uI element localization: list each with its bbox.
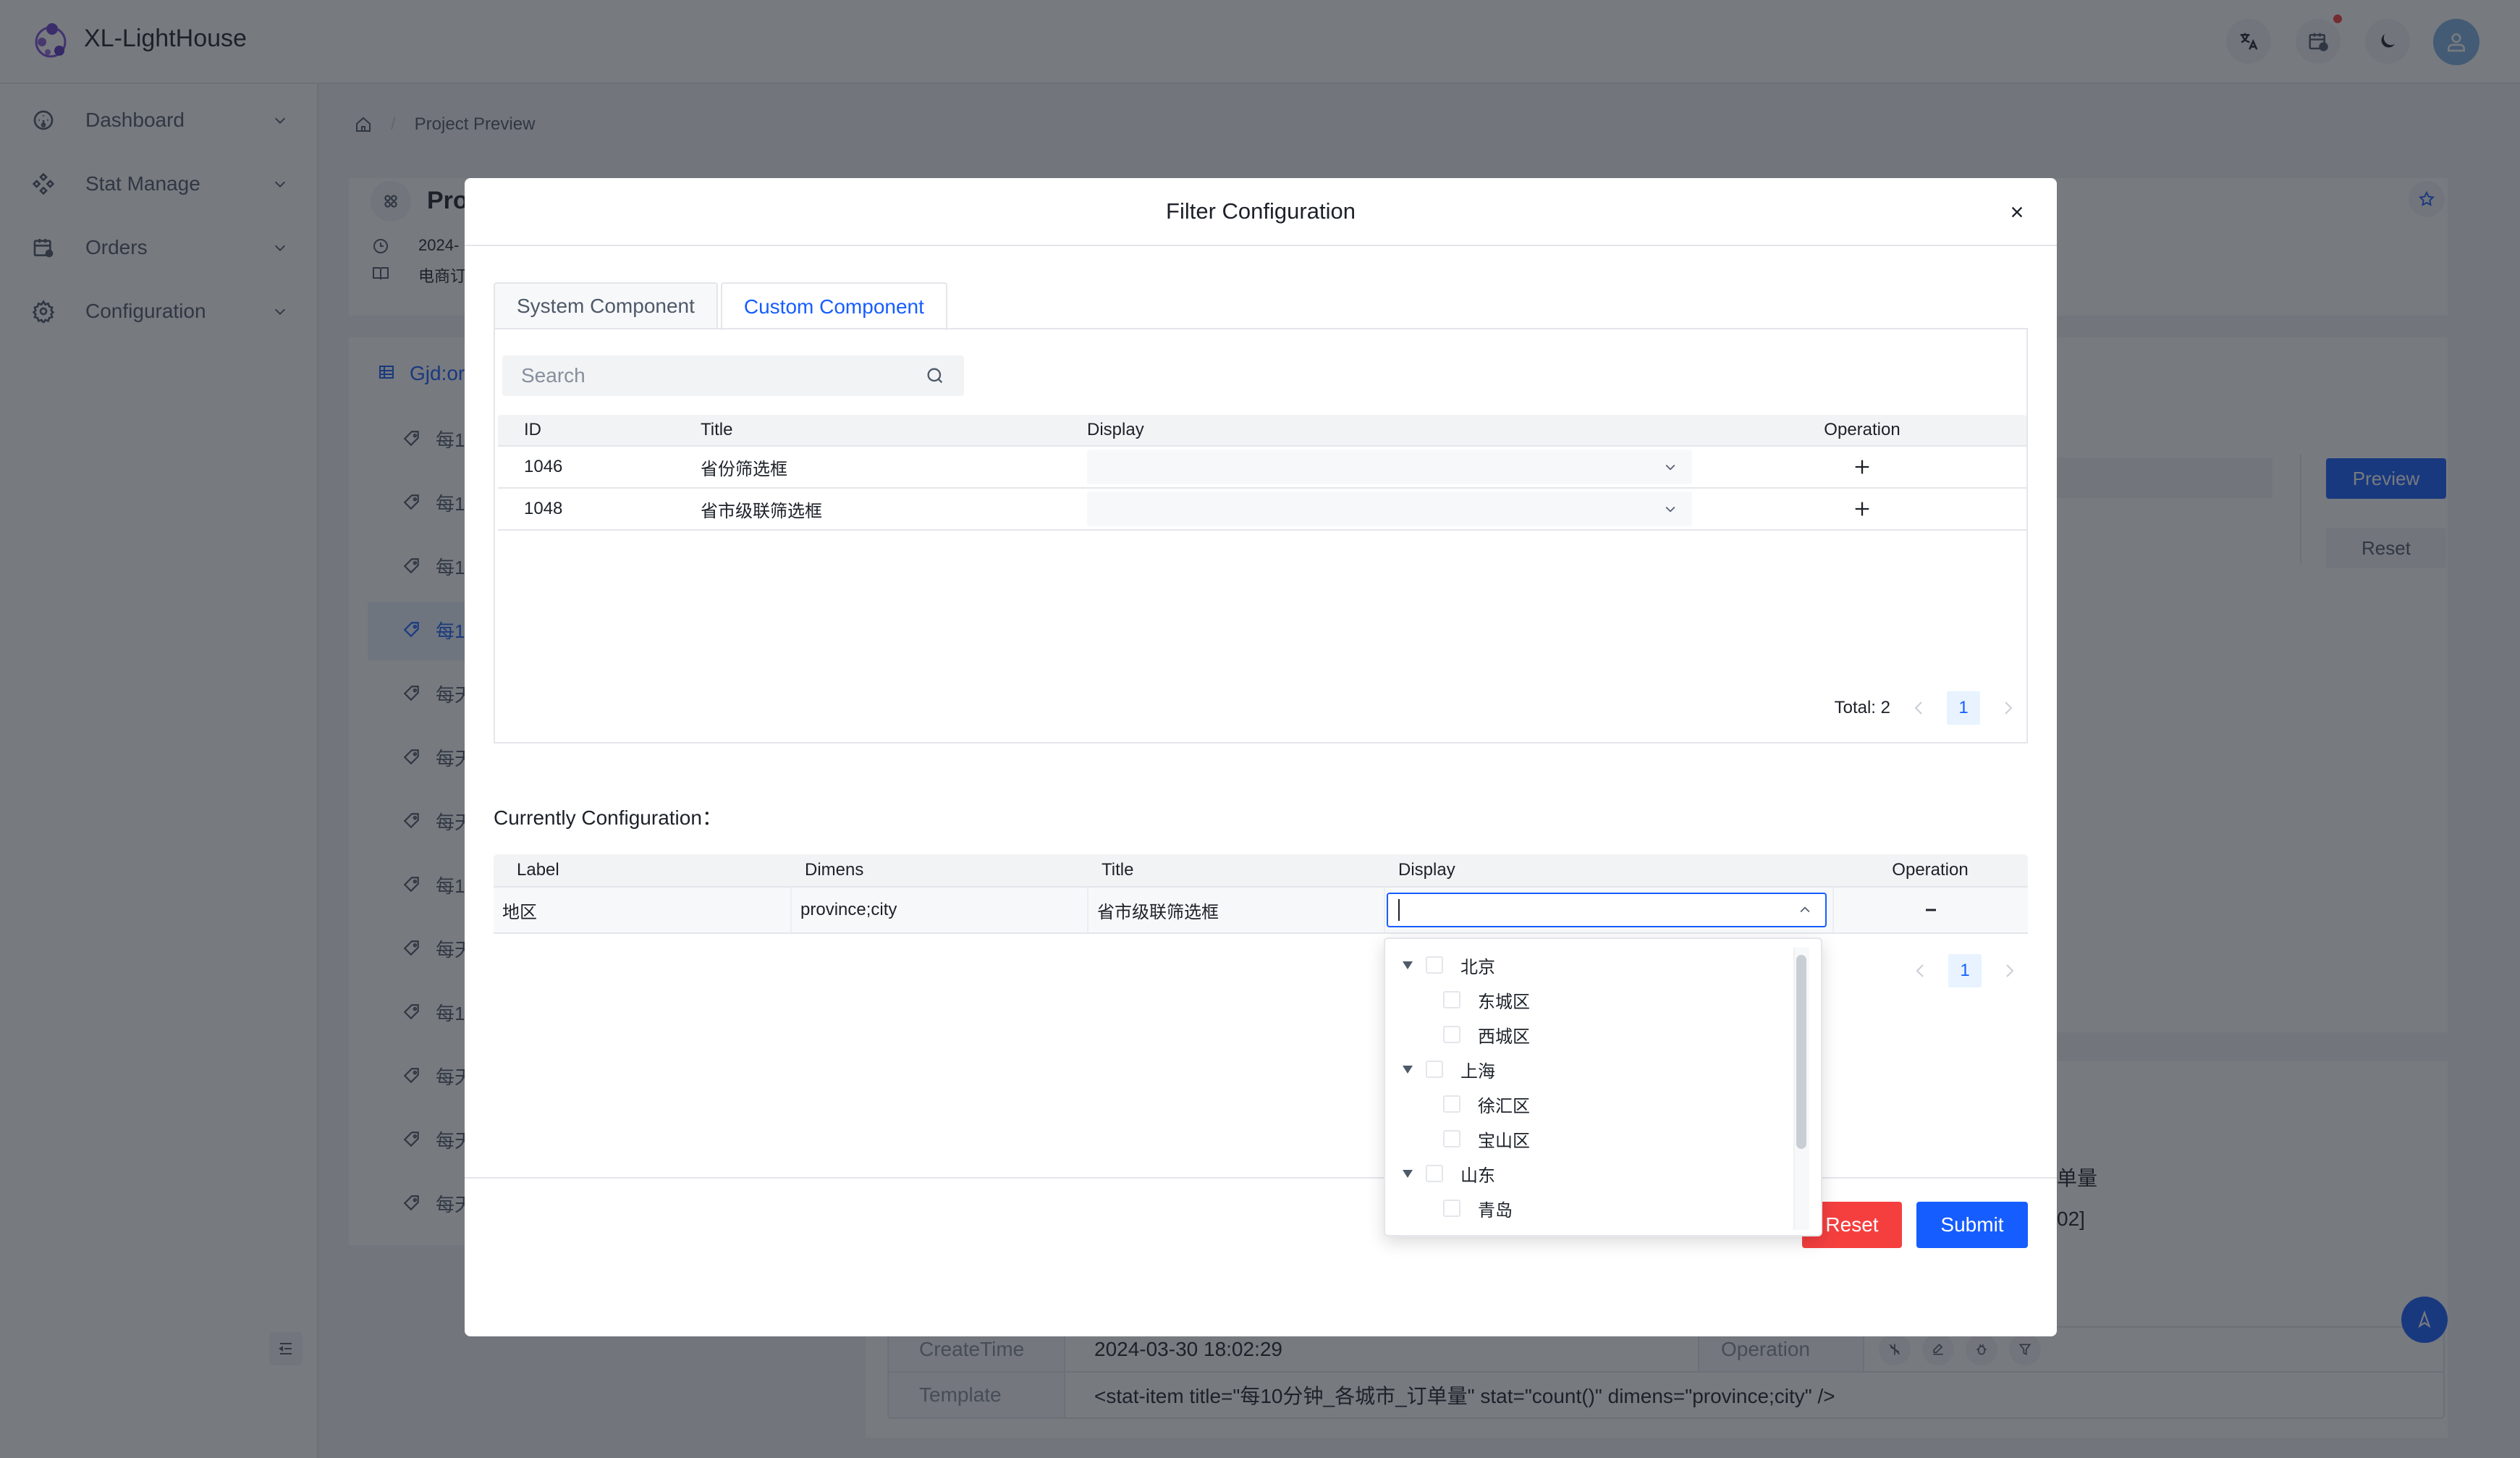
column-header-id: ID (524, 420, 541, 439)
tree-checkbox[interactable] (1426, 956, 1443, 974)
current-configuration-heading: Currently Configuration： (494, 806, 722, 829)
tree-node-label: 山东 (1460, 1166, 1495, 1186)
column-header-operation: Operation (1824, 420, 1900, 439)
add-icon[interactable] (1852, 457, 1872, 477)
next-page-button[interactable] (2003, 963, 2016, 979)
cell-label: 地区 (502, 902, 537, 922)
tree-node[interactable]: 上海 (1385, 1052, 1801, 1087)
tree-node[interactable]: 山东 (1385, 1156, 1801, 1191)
table-header: ID Title Display Operation (498, 415, 2026, 447)
display-select[interactable] (1087, 450, 1692, 484)
cell-id: 1046 (524, 457, 563, 476)
chevron-right-icon (2005, 701, 2013, 715)
tree-checkbox[interactable] (1426, 1061, 1443, 1078)
tree-node[interactable]: 青岛 (1385, 1191, 1801, 1226)
tree-node-label: 北京 (1460, 957, 1495, 977)
chevron-down-icon (1665, 464, 1675, 471)
tree-node-label: 东城区 (1478, 992, 1530, 1012)
tree-checkbox[interactable] (1426, 1165, 1443, 1182)
tree-node-label: 青岛 (1478, 1200, 1513, 1221)
cell-title: 省市级联筛选框 (1087, 888, 1384, 932)
modal-title: Filter Configuration (465, 178, 2057, 246)
column-header-title: Title (1102, 860, 1134, 880)
chevron-left-icon (1916, 964, 1924, 977)
column-header-label: Label (517, 860, 559, 880)
chevron-right-icon (2006, 964, 2014, 977)
tab-custom-component[interactable]: Custom Component (720, 282, 947, 330)
region-tree-dropdown: 北京东城区西城区上海徐汇区宝山区山东青岛济南 (1384, 937, 1822, 1236)
chevron-down-icon (1665, 506, 1675, 513)
scrollbar-thumb[interactable] (1796, 955, 1806, 1149)
tree-node-label: 宝山区 (1478, 1131, 1530, 1151)
search-box (502, 355, 964, 396)
display-tree-select[interactable] (1387, 893, 1827, 927)
tree-checkbox[interactable] (1443, 991, 1460, 1008)
add-icon[interactable] (1852, 499, 1872, 519)
table-row: 1046 省份筛选框 (498, 447, 2026, 489)
search-input[interactable] (521, 364, 912, 387)
tree-node-label: 西城区 (1478, 1027, 1530, 1047)
current-configuration-table: Label Dimens Title Display Operation 地区 … (494, 854, 2028, 934)
page-1-button[interactable]: 1 (1948, 954, 1982, 987)
tree-node[interactable]: 东城区 (1385, 982, 1801, 1017)
cell-dimens: province;city (790, 888, 1087, 932)
search-icon[interactable] (925, 366, 945, 386)
component-pagination: Total: 2 1 (1835, 691, 2015, 725)
caret-down-icon[interactable] (1403, 961, 1413, 969)
submit-button[interactable]: Submit (1916, 1202, 2028, 1248)
cell-title: 省市级联筛选框 (701, 501, 822, 521)
prev-page-button[interactable] (1912, 700, 1925, 716)
tree-node-label: 上海 (1460, 1061, 1495, 1082)
caret-down-icon[interactable] (1403, 1065, 1413, 1074)
component-tabs: System Component Custom Component (494, 282, 947, 330)
display-tree-select-input[interactable] (1400, 900, 1790, 920)
column-header-title: Title (701, 420, 733, 439)
cell-title: 省份筛选框 (701, 459, 787, 479)
tree-node[interactable]: 济南 (1385, 1226, 1801, 1230)
column-header-display: Display (1087, 420, 1144, 439)
configuration-pagination: 1 (1914, 954, 2016, 987)
custom-component-panel: ID Title Display Operation 1046 省份筛选框 10… (494, 328, 2028, 743)
table-row: 地区 province;city 省市级联筛选框 (494, 888, 2028, 934)
table-row: 1048 省市级联筛选框 (498, 489, 2026, 531)
tree-node[interactable]: 北京 (1385, 948, 1801, 982)
total-count: Total: 2 (1834, 698, 1890, 717)
chevron-up-icon (1800, 906, 1810, 913)
column-header-display: Display (1398, 860, 1455, 880)
caret-down-icon[interactable] (1403, 1169, 1413, 1178)
close-button[interactable] (2006, 201, 2028, 223)
tree-node[interactable]: 西城区 (1385, 1017, 1801, 1052)
tree-node-label: 徐汇区 (1478, 1096, 1530, 1116)
page-1-button[interactable]: 1 (1947, 691, 1980, 725)
tree-checkbox[interactable] (1443, 1095, 1460, 1113)
table-header: Label Dimens Title Display Operation (494, 854, 2028, 888)
display-select[interactable] (1087, 492, 1692, 526)
column-header-dimens: Dimens (805, 860, 864, 880)
tree-node[interactable]: 宝山区 (1385, 1121, 1801, 1156)
region-tree: 北京东城区西城区上海徐汇区宝山区山东青岛济南 (1385, 948, 1801, 1230)
remove-icon[interactable] (1921, 900, 1941, 920)
tab-system-component[interactable]: System Component (494, 282, 718, 329)
tree-node[interactable]: 徐汇区 (1385, 1087, 1801, 1121)
tree-checkbox[interactable] (1443, 1130, 1460, 1147)
next-page-button[interactable] (2002, 700, 2015, 716)
cell-id: 1048 (524, 499, 563, 518)
tree-checkbox[interactable] (1443, 1200, 1460, 1217)
chevron-left-icon (1914, 701, 1922, 715)
column-header-operation: Operation (1892, 860, 1969, 880)
prev-page-button[interactable] (1914, 963, 1927, 979)
close-icon (2011, 206, 2023, 218)
tree-checkbox[interactable] (1443, 1026, 1460, 1043)
component-table: ID Title Display Operation 1046 省份筛选框 10… (498, 415, 2026, 531)
